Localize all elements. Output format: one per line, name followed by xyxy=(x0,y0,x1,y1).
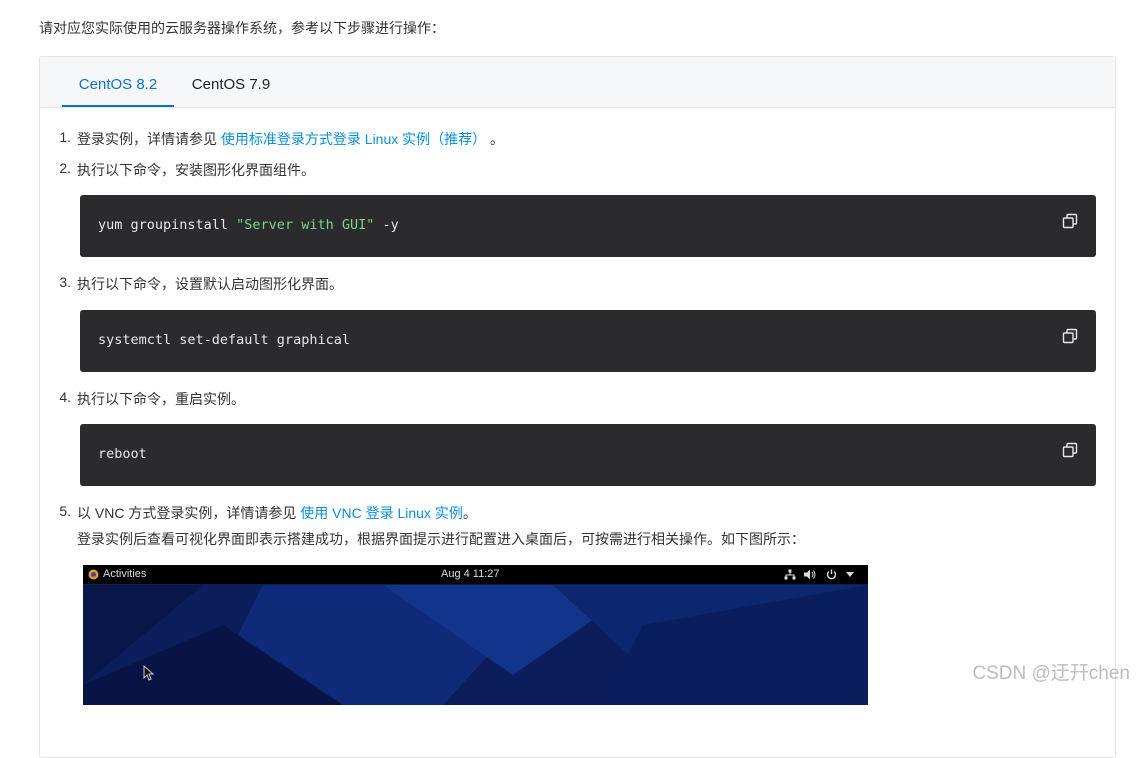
tab-centos-8-2[interactable]: CentOS 8.2 xyxy=(62,57,174,107)
desktop-wallpaper xyxy=(83,565,868,705)
code-block-set-default: systemctl set-default graphical xyxy=(80,310,1096,372)
code-block-install: yum groupinstall "Server with GUI" -y xyxy=(80,195,1096,257)
gnome-desktop-screenshot: Activities Aug 4 11:27 xyxy=(83,565,868,705)
code-command: yum groupinstall xyxy=(98,217,237,233)
code-block-reboot: reboot xyxy=(80,424,1096,486)
step-number: 5. xyxy=(59,503,71,519)
step-text: 执行以下命令，设置默认启动图形化界面。 xyxy=(77,276,343,292)
csdn-watermark: CSDN @迂幵chen xyxy=(972,663,1130,684)
code-string: "Server with GUI" xyxy=(236,217,375,233)
code-command: reboot xyxy=(98,446,147,462)
intro-text: 请对应您实际使用的云服务器操作系统，参考以下步骤进行操作： xyxy=(39,20,445,36)
tab-centos-7-9[interactable]: CentOS 7.9 xyxy=(180,57,282,107)
vnc-login-link[interactable]: 使用 VNC 登录 Linux 实例 xyxy=(300,505,463,521)
code-command: systemctl set-default graphical xyxy=(98,332,350,348)
copy-icon[interactable] xyxy=(1062,442,1078,458)
step-5-note: 登录实例后查看可视化界面即表示搭建成功，根据界面提示进行配置进入桌面后，可按需进… xyxy=(77,531,805,547)
standard-login-link[interactable]: 使用标准登录方式登录 Linux 实例（推荐） xyxy=(221,131,486,147)
step-text-suffix: 。 xyxy=(462,505,477,521)
step-text: 登录实例，详情请参见 xyxy=(77,131,221,147)
gnome-top-bar: Activities Aug 4 11:27 xyxy=(83,565,868,584)
step-number: 1. xyxy=(59,129,71,145)
tab-panel: CentOS 8.2 CentOS 7.9 1. 登录实例，详情请参见 使用标准… xyxy=(39,56,1116,758)
volume-icon[interactable] xyxy=(804,569,816,580)
chevron-down-icon[interactable] xyxy=(846,572,854,577)
step-number: 2. xyxy=(59,160,71,176)
step-number: 3. xyxy=(59,274,71,290)
network-icon[interactable] xyxy=(784,569,796,580)
copy-icon[interactable] xyxy=(1062,328,1078,344)
step-text: 执行以下命令，重启实例。 xyxy=(77,391,245,407)
clock[interactable]: Aug 4 11:27 xyxy=(441,568,500,580)
os-tab-bar: CentOS 8.2 CentOS 7.9 xyxy=(40,57,1115,108)
power-icon[interactable] xyxy=(826,569,837,580)
step-text: 执行以下命令，安装图形化界面组件。 xyxy=(77,162,315,178)
copy-icon[interactable] xyxy=(1062,213,1078,229)
gnome-foot-icon xyxy=(88,569,99,580)
step-text-suffix: 。 xyxy=(486,131,505,147)
code-flag: -y xyxy=(374,217,399,233)
step-number: 4. xyxy=(59,389,71,405)
code-line: yum groupinstall "Server with GUI" -y xyxy=(98,217,399,233)
step-text: 以 VNC 方式登录实例，详情请参见 xyxy=(77,505,301,521)
activities-button[interactable]: Activities xyxy=(103,568,146,580)
mouse-cursor-icon xyxy=(143,665,154,681)
